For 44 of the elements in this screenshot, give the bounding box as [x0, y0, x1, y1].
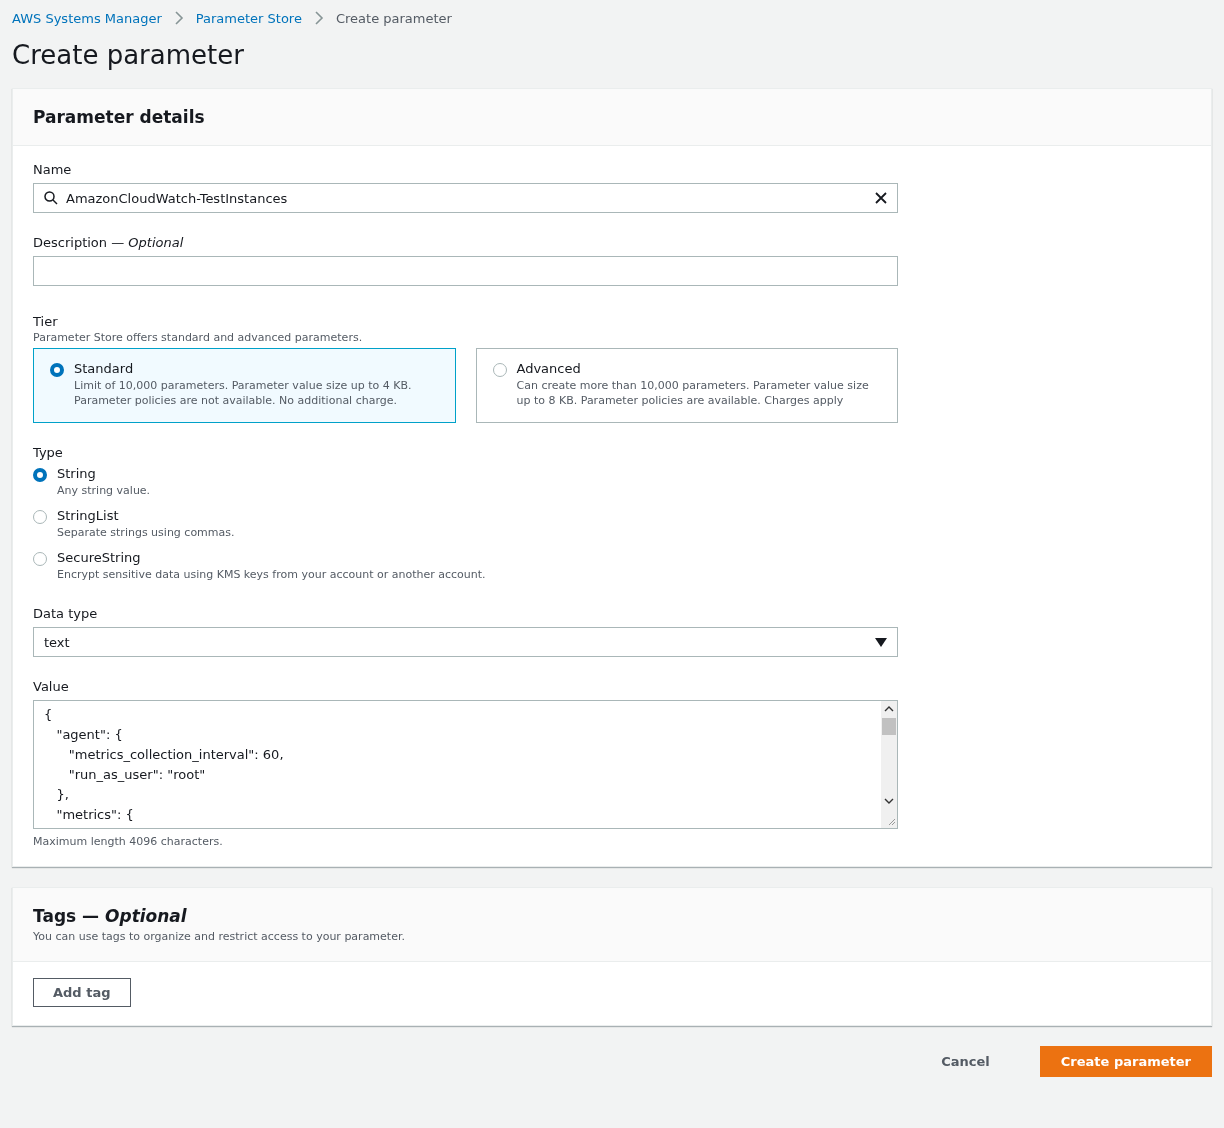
option-title: Advanced — [516, 361, 582, 376]
option-description: Can create more than 10,000 parameters. Parameter value size up to 8 KB. Parameter policies are available. Charges apply — [516, 378, 870, 408]
option-title: String — [57, 466, 97, 481]
tier-option-card[interactable]: Advanced Can create more than 10,000 parameters. Parameter value size up to 8 KB. Parameter policies are available. Charges apply — [475, 348, 898, 423]
option-title: Standard — [74, 361, 135, 376]
field-hint: Parameter Store offers standard and advanced parameters. — [33, 331, 364, 344]
option-description: Encrypt sensitive data using KMS keys from your account or another account. — [57, 567, 486, 582]
option-title: SecureString — [57, 550, 142, 565]
search-icon — [44, 191, 58, 205]
clear-icon[interactable] — [875, 192, 887, 204]
option-title: StringList — [57, 508, 120, 523]
field-hint: Maximum length 4096 characters. — [33, 835, 224, 848]
field-label: Tier — [33, 314, 59, 329]
breadcrumb-current: Create parameter — [335, 10, 452, 26]
page-title: Create parameter — [12, 40, 245, 70]
radio-button[interactable] — [492, 363, 507, 377]
field-label: Value — [33, 679, 70, 694]
field-label: Name — [33, 162, 73, 177]
radio-button[interactable] — [33, 510, 47, 524]
breadcrumb-link[interactable]: AWS Systems Manager — [12, 10, 162, 26]
description-field[interactable] — [33, 256, 898, 286]
field-label: Data type — [33, 606, 99, 621]
caret-down-icon — [875, 637, 887, 647]
option-description: Separate strings using commas. — [57, 525, 235, 540]
panel-description: You can use tags to organize and restrict access to your parameter. — [33, 930, 406, 943]
cancel-button[interactable]: Cancel — [921, 1047, 1010, 1076]
add-tag-button[interactable]: Add tag — [33, 978, 131, 1007]
field-label: Type — [33, 445, 64, 460]
name-field[interactable]: AmazonCloudWatch-TestInstances — [33, 183, 898, 213]
chevron-right-icon — [313, 11, 324, 25]
radio-button[interactable] — [33, 552, 47, 566]
option-description: Any string value. — [57, 483, 151, 498]
breadcrumb-link[interactable]: Parameter Store — [195, 10, 302, 26]
field-label: Description — Optional — [33, 235, 185, 250]
data-type-select[interactable]: text — [33, 627, 898, 657]
option-description: Limit of 10,000 parameters. Parameter value size up to 4 KB. Parameter policies are not available. No additional charge. — [74, 378, 413, 408]
radio-button[interactable] — [33, 468, 47, 482]
tier-option-card[interactable]: Standard Limit of 10,000 parameters. Parameter value size up to 4 KB. Parameter policies are not available. No additional charge. — [33, 348, 456, 423]
value-field[interactable]: { "agent": { "metrics_collection_interval": 60, "run_as_user": "root" }, "metrics": { — [33, 700, 898, 829]
chevron-right-icon — [173, 11, 184, 25]
panel-title: Parameter details — [33, 107, 206, 127]
scrollbar[interactable] — [881, 701, 897, 828]
panel-title: Tags — Optional — [33, 906, 188, 926]
radio-button[interactable] — [50, 363, 64, 377]
